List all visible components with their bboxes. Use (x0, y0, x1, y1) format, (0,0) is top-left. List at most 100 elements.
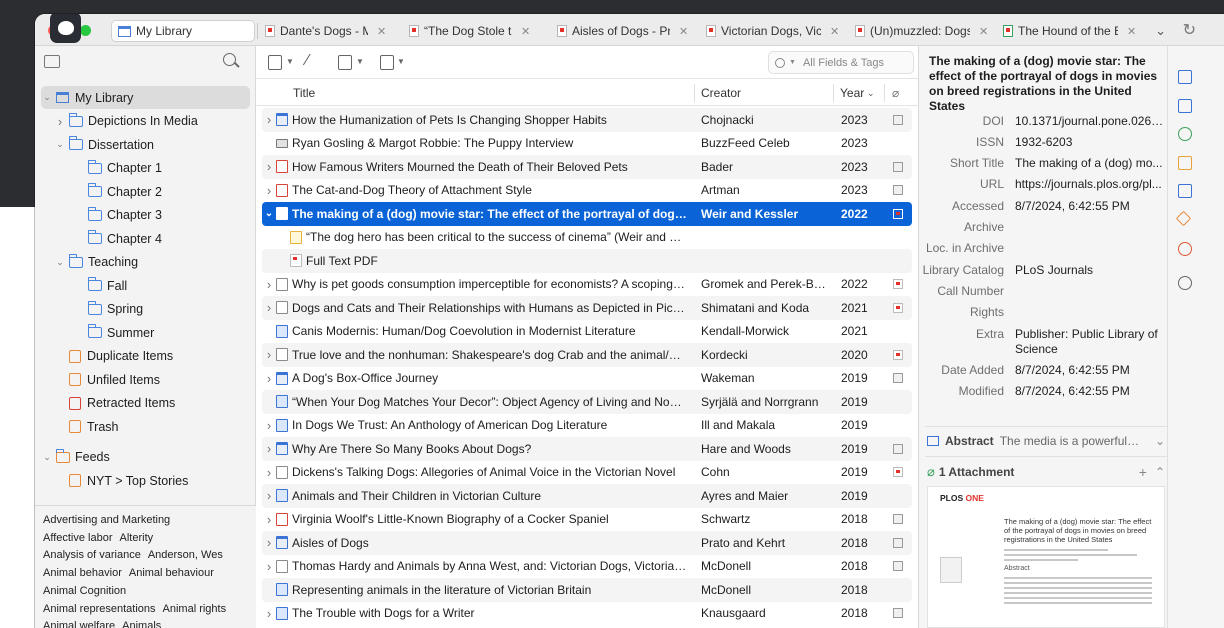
notes-icon[interactable] (1178, 156, 1192, 170)
new-item-icon[interactable] (268, 55, 282, 70)
close-tab-icon[interactable]: ✕ (679, 25, 688, 38)
tab-hound[interactable]: The Hound of the Ba ✕ (1003, 20, 1139, 42)
child-item-row[interactable]: Full Text PDF (262, 249, 912, 273)
chevron-right-icon[interactable]: › (264, 347, 274, 362)
field-value[interactable]: 8/7/2024, 6:42:55 PM (1015, 363, 1165, 377)
attachment-preview[interactable]: PLOS ONE The making of a (dog) movie sta… (927, 486, 1165, 628)
chevron-right-icon[interactable]: › (264, 183, 274, 198)
snapshot-attachment-icon[interactable] (893, 161, 903, 172)
chevron-right-icon[interactable]: › (264, 535, 274, 550)
tag[interactable]: Animal Cognition (43, 585, 126, 597)
table-row[interactable]: › Animals and Their Children in Victorian… (262, 484, 912, 508)
chevron-up-icon[interactable]: ⌃ (1155, 465, 1165, 479)
tag[interactable]: Animals (122, 620, 161, 628)
snapshot-attachment-icon[interactable] (893, 514, 903, 525)
collection-item[interactable]: Spring (35, 298, 256, 321)
chevron-right-icon[interactable]: › (264, 277, 274, 292)
chevron-right-icon[interactable]: › (54, 114, 66, 129)
tab-unmuzzled[interactable]: (Un)muzzled: Dogs ✕ (855, 20, 991, 42)
tab-dog-stole[interactable]: “The Dog Stole the R ✕ (409, 20, 535, 42)
chevron-right-icon[interactable]: › (264, 488, 274, 503)
close-tab-icon[interactable]: ✕ (377, 25, 386, 38)
search-input[interactable]: ▼ All Fields & Tags (768, 51, 914, 74)
chevron-down-icon[interactable]: ▼ (789, 59, 796, 66)
collection-item[interactable]: Trash (35, 415, 256, 438)
collection-item[interactable]: ⌄ Dissertation (35, 133, 256, 156)
field-value[interactable]: 10.1371/journal.pone.0261... (1015, 114, 1165, 128)
add-attachment-icon[interactable]: + (1139, 464, 1147, 480)
collection-item[interactable]: Fall (35, 274, 256, 297)
abstract-icon[interactable] (1178, 99, 1192, 113)
chevron-down-icon[interactable]: ⌄ (1155, 434, 1165, 448)
info-icon[interactable] (1178, 70, 1192, 84)
chevron-down-icon[interactable]: ▼ (397, 57, 405, 66)
tag[interactable]: Animal behavior (43, 567, 122, 579)
snapshot-attachment-icon[interactable] (893, 561, 903, 572)
attachments-section-header[interactable]: ⌀ 1 Attachment + ⌃ (927, 464, 1165, 480)
chevron-right-icon[interactable]: › (264, 300, 274, 315)
table-row[interactable]: › Why Are There So Many Books About Dogs?… (262, 437, 912, 461)
tab-my-library[interactable]: My Library (111, 20, 255, 42)
table-row[interactable]: › How Famous Writers Mourned the Death of… (262, 155, 912, 179)
add-attachment-icon[interactable] (338, 55, 352, 70)
tags-icon[interactable] (1175, 210, 1192, 227)
collection-item[interactable]: Chapter 2 (35, 180, 256, 203)
field-value[interactable]: 8/7/2024, 6:42:55 PM (1015, 199, 1165, 213)
table-row[interactable]: Canis Modernis: Human/Dog Coevolution in… (262, 320, 912, 344)
collection-item[interactable]: Summer (35, 321, 256, 344)
tag[interactable]: Alterity (120, 532, 154, 544)
pdf-attachment-icon[interactable] (893, 208, 903, 219)
tag[interactable]: Affective labor (43, 532, 113, 544)
attachments-icon[interactable] (1178, 127, 1192, 141)
item-title[interactable]: The making of a (dog) movie star: The ef… (929, 54, 1164, 114)
collection-item[interactable]: › Depictions In Media (35, 110, 256, 133)
table-row[interactable]: › Virginia Woolf's Little-Known Biography… (262, 508, 912, 532)
tag[interactable]: Animal welfare (43, 620, 115, 628)
field-value[interactable]: Publisher: Public Library of Science (1015, 327, 1165, 357)
snapshot-attachment-icon[interactable] (893, 443, 903, 454)
chevron-down-icon[interactable]: ⌄ (41, 452, 53, 463)
chevron-down-icon[interactable]: ⌄ (41, 92, 53, 103)
chevron-down-icon[interactable]: ⌄ (54, 139, 66, 150)
collection-item[interactable]: Retracted Items (35, 392, 256, 415)
pdf-attachment-icon[interactable] (893, 349, 903, 360)
attachment-column-icon[interactable]: ⌀ (892, 86, 899, 100)
snapshot-attachment-icon[interactable] (893, 537, 903, 548)
field-value[interactable]: PLoS Journals (1015, 263, 1165, 277)
table-row[interactable]: › True love and the nonhuman: Shakespeare… (262, 343, 912, 367)
table-row[interactable]: ⌄ The making of a (dog) movie star: The e… (262, 202, 912, 226)
table-row[interactable]: Ryan Gosling & Margot Robbie: The Puppy … (262, 132, 912, 156)
table-row[interactable]: › Aisles of Dogs Prato and Kehrt 2018 (262, 531, 912, 555)
table-row[interactable]: › Why is pet goods consumption impercepti… (262, 273, 912, 297)
field-value[interactable]: The making of a (dog) mo... (1015, 156, 1165, 170)
child-item-row[interactable]: “The dog hero has been critical to the s… (262, 226, 912, 250)
collection-item[interactable]: Chapter 4 (35, 227, 256, 250)
snapshot-attachment-icon[interactable] (893, 185, 903, 196)
collection-item[interactable]: Chapter 1 (35, 157, 256, 180)
column-title[interactable]: Title (293, 86, 315, 100)
snapshot-attachment-icon[interactable] (893, 114, 903, 125)
pdf-attachment-icon[interactable] (893, 279, 903, 290)
tag[interactable]: Animal behaviour (129, 567, 214, 579)
table-row[interactable]: › Dogs and Cats and Their Relationships w… (262, 296, 912, 320)
chevron-right-icon[interactable]: › (264, 418, 274, 433)
tab-aisles-of-dogs[interactable]: Aisles of Dogs - Prat ✕ (557, 20, 693, 42)
tag[interactable]: Anderson, Wes (148, 549, 223, 561)
libraries-collections-icon[interactable] (1178, 184, 1192, 198)
collection-item[interactable]: Chapter 3 (35, 204, 256, 227)
table-row[interactable]: › A Dog's Box-Office Journey Wakeman 2019 (262, 367, 912, 391)
tag[interactable]: Animal representations (43, 603, 156, 615)
collection-item[interactable]: Duplicate Items (35, 345, 256, 368)
tag[interactable]: Analysis of variance (43, 549, 141, 561)
tab-list-chevron-icon[interactable]: ⌄ (1155, 23, 1166, 39)
collection-item[interactable]: ⌄ Feeds (35, 446, 256, 469)
tag[interactable]: Animal rights (163, 603, 227, 615)
field-value[interactable]: 1932-6203 (1015, 135, 1165, 149)
chevron-down-icon[interactable]: ⌄ (54, 257, 66, 268)
collection-item[interactable]: NYT > Top Stories (35, 469, 256, 492)
column-year[interactable]: Year (840, 86, 864, 100)
collection-item[interactable]: ⌄ Teaching (35, 251, 256, 274)
table-row[interactable]: › Thomas Hardy and Animals by Anna West, … (262, 555, 912, 579)
pdf-attachment-icon[interactable] (893, 467, 903, 478)
search-icon[interactable] (223, 53, 236, 66)
